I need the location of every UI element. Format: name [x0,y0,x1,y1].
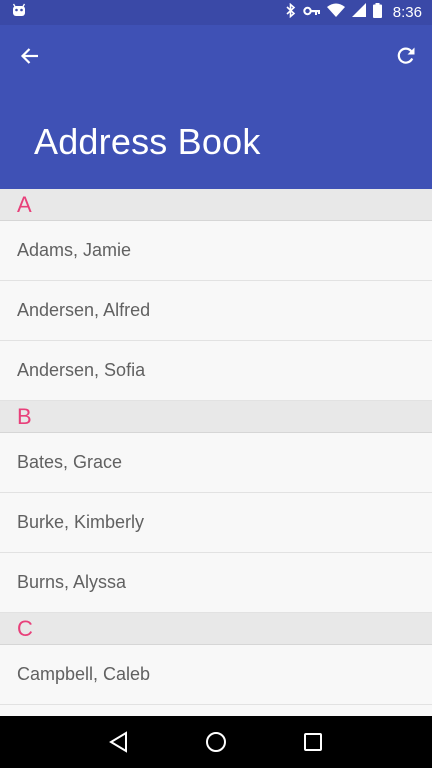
contact-list[interactable]: A Adams, Jamie Andersen, Alfred Andersen… [0,189,432,716]
vpn-key-icon [303,4,320,22]
section-letter: B [17,403,32,429]
android-debug-icon [12,3,26,22]
refresh-button[interactable] [388,38,424,74]
contact-name: Burns, Alyssa [17,572,127,592]
contact-name: Burke, Kimberly [17,512,145,532]
wifi-icon [326,3,345,22]
nav-back-button[interactable] [99,722,139,762]
status-time: 8:36 [392,4,422,21]
contact-item[interactable] [0,705,432,716]
back-triangle-icon [108,731,127,753]
contact-name: Bates, Grace [17,452,123,472]
address-book-screen: 8:36 Address Book A Adams, Jamie Anderse… [0,0,432,768]
nav-recents-button[interactable] [293,722,333,762]
status-bar: 8:36 [0,0,432,25]
contact-item[interactable]: Adams, Jamie [0,221,432,281]
contact-name: Andersen, Sofia [17,360,146,380]
signal-icon [351,3,366,22]
section-header-b: B [0,401,432,433]
contact-item[interactable]: Bates, Grace [0,433,432,493]
nav-home-button[interactable] [196,722,236,762]
arrow-back-icon [20,48,38,64]
contact-name: Adams, Jamie [17,240,132,260]
home-circle-icon [205,732,226,752]
section-header-a: A [0,189,432,221]
app-bar: Address Book [0,25,432,189]
section-letter: C [17,615,33,641]
contact-item[interactable]: Campbell, Caleb [0,645,432,705]
contact-item[interactable]: Burns, Alyssa [0,553,432,613]
refresh-icon [397,47,415,64]
page-title: Address Book [34,121,261,162]
contact-item[interactable]: Andersen, Alfred [0,281,432,341]
contact-name: Andersen, Alfred [17,300,151,320]
section-header-c: C [0,613,432,645]
back-button[interactable] [12,38,48,74]
recents-square-icon [304,733,323,751]
battery-icon [372,2,382,23]
contact-item[interactable]: Burke, Kimberly [0,493,432,553]
navigation-bar [0,716,432,768]
contact-item[interactable]: Andersen, Sofia [0,341,432,401]
bluetooth-icon [286,2,296,23]
section-letter: A [17,191,32,217]
contact-name: Campbell, Caleb [17,664,151,684]
